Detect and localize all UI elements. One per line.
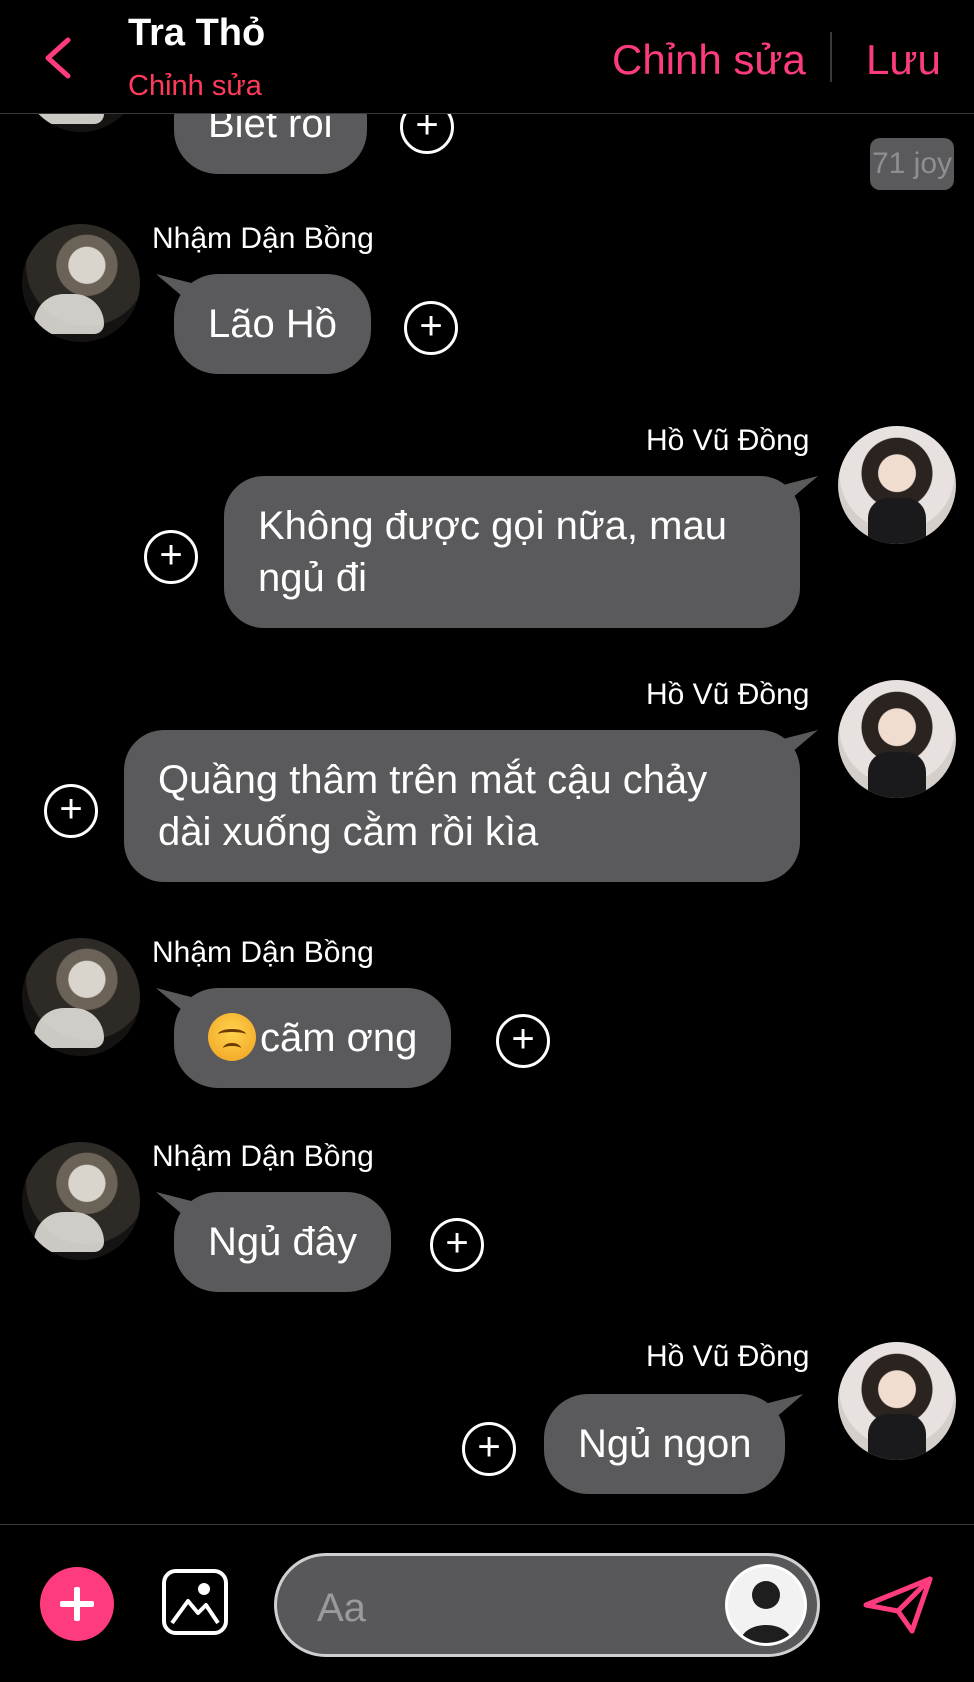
message-text: cãm ơng	[260, 1016, 418, 1060]
message-bubble[interactable]: cãm ơng	[174, 988, 452, 1088]
plus-icon[interactable]: +	[44, 784, 98, 838]
chat-header: Tra Thỏ Chỉnh sửa Chỉnh sửa Lưu	[0, 0, 974, 114]
message-bubble[interactable]: Ngủ ngon	[544, 1394, 786, 1494]
send-icon[interactable]	[862, 1575, 934, 1635]
avatar[interactable]	[22, 938, 140, 1056]
back-chevron-icon[interactable]	[38, 34, 78, 82]
input-placeholder: Aa	[317, 1586, 366, 1630]
edit-button[interactable]: Chỉnh sửa	[612, 36, 806, 84]
message-bubble[interactable]: Lão Hồ	[174, 274, 371, 374]
avatar[interactable]	[22, 114, 140, 132]
joy-badge: 71 joy	[870, 138, 954, 190]
chat-title: Tra Thỏ	[128, 12, 266, 54]
header-divider	[830, 32, 832, 82]
sender-name: Hồ Vũ Đồng	[646, 678, 810, 711]
plus-icon[interactable]: +	[496, 1014, 550, 1068]
plus-icon[interactable]: +	[400, 114, 454, 154]
message-bubble[interactable]: Không được gọi nữa, mau ngủ đi	[224, 476, 800, 628]
message-input[interactable]: Aa	[274, 1553, 820, 1657]
add-button[interactable]	[40, 1567, 114, 1641]
profile-icon[interactable]	[725, 1564, 807, 1646]
avatar[interactable]	[838, 1342, 956, 1460]
avatar[interactable]	[838, 426, 956, 544]
sender-name: Nhậm Dận Bồng	[152, 222, 374, 255]
avatar[interactable]	[838, 680, 956, 798]
avatar[interactable]	[22, 224, 140, 342]
sender-name: Hồ Vũ Đồng	[646, 424, 810, 457]
message-bubble[interactable]: Biết rồi	[174, 114, 367, 174]
image-icon[interactable]	[162, 1569, 228, 1635]
message-bubble[interactable]: Quầng thâm trên mắt cậu chảy dài xuống c…	[124, 730, 800, 882]
sender-name: Nhậm Dận Bồng	[152, 1140, 374, 1173]
sender-name: Nhậm Dận Bồng	[152, 936, 374, 969]
plus-icon[interactable]: +	[404, 301, 458, 355]
message-bubble[interactable]: Ngủ đây	[174, 1192, 391, 1292]
plus-icon[interactable]: +	[144, 530, 198, 584]
angry-face-emoji-icon	[208, 1013, 256, 1061]
composer-bar: Aa	[0, 1524, 974, 1682]
avatar[interactable]	[22, 1142, 140, 1260]
chat-messages[interactable]: Biết rồi + 71 joy Nhậm Dận Bồng Lão Hồ +…	[0, 114, 974, 1524]
sender-name: Hồ Vũ Đồng	[646, 1340, 810, 1373]
chat-subtitle: Chỉnh sửa	[128, 70, 262, 102]
save-button[interactable]: Lưu	[866, 36, 941, 84]
plus-icon[interactable]: +	[462, 1422, 516, 1476]
plus-icon[interactable]: +	[430, 1218, 484, 1272]
